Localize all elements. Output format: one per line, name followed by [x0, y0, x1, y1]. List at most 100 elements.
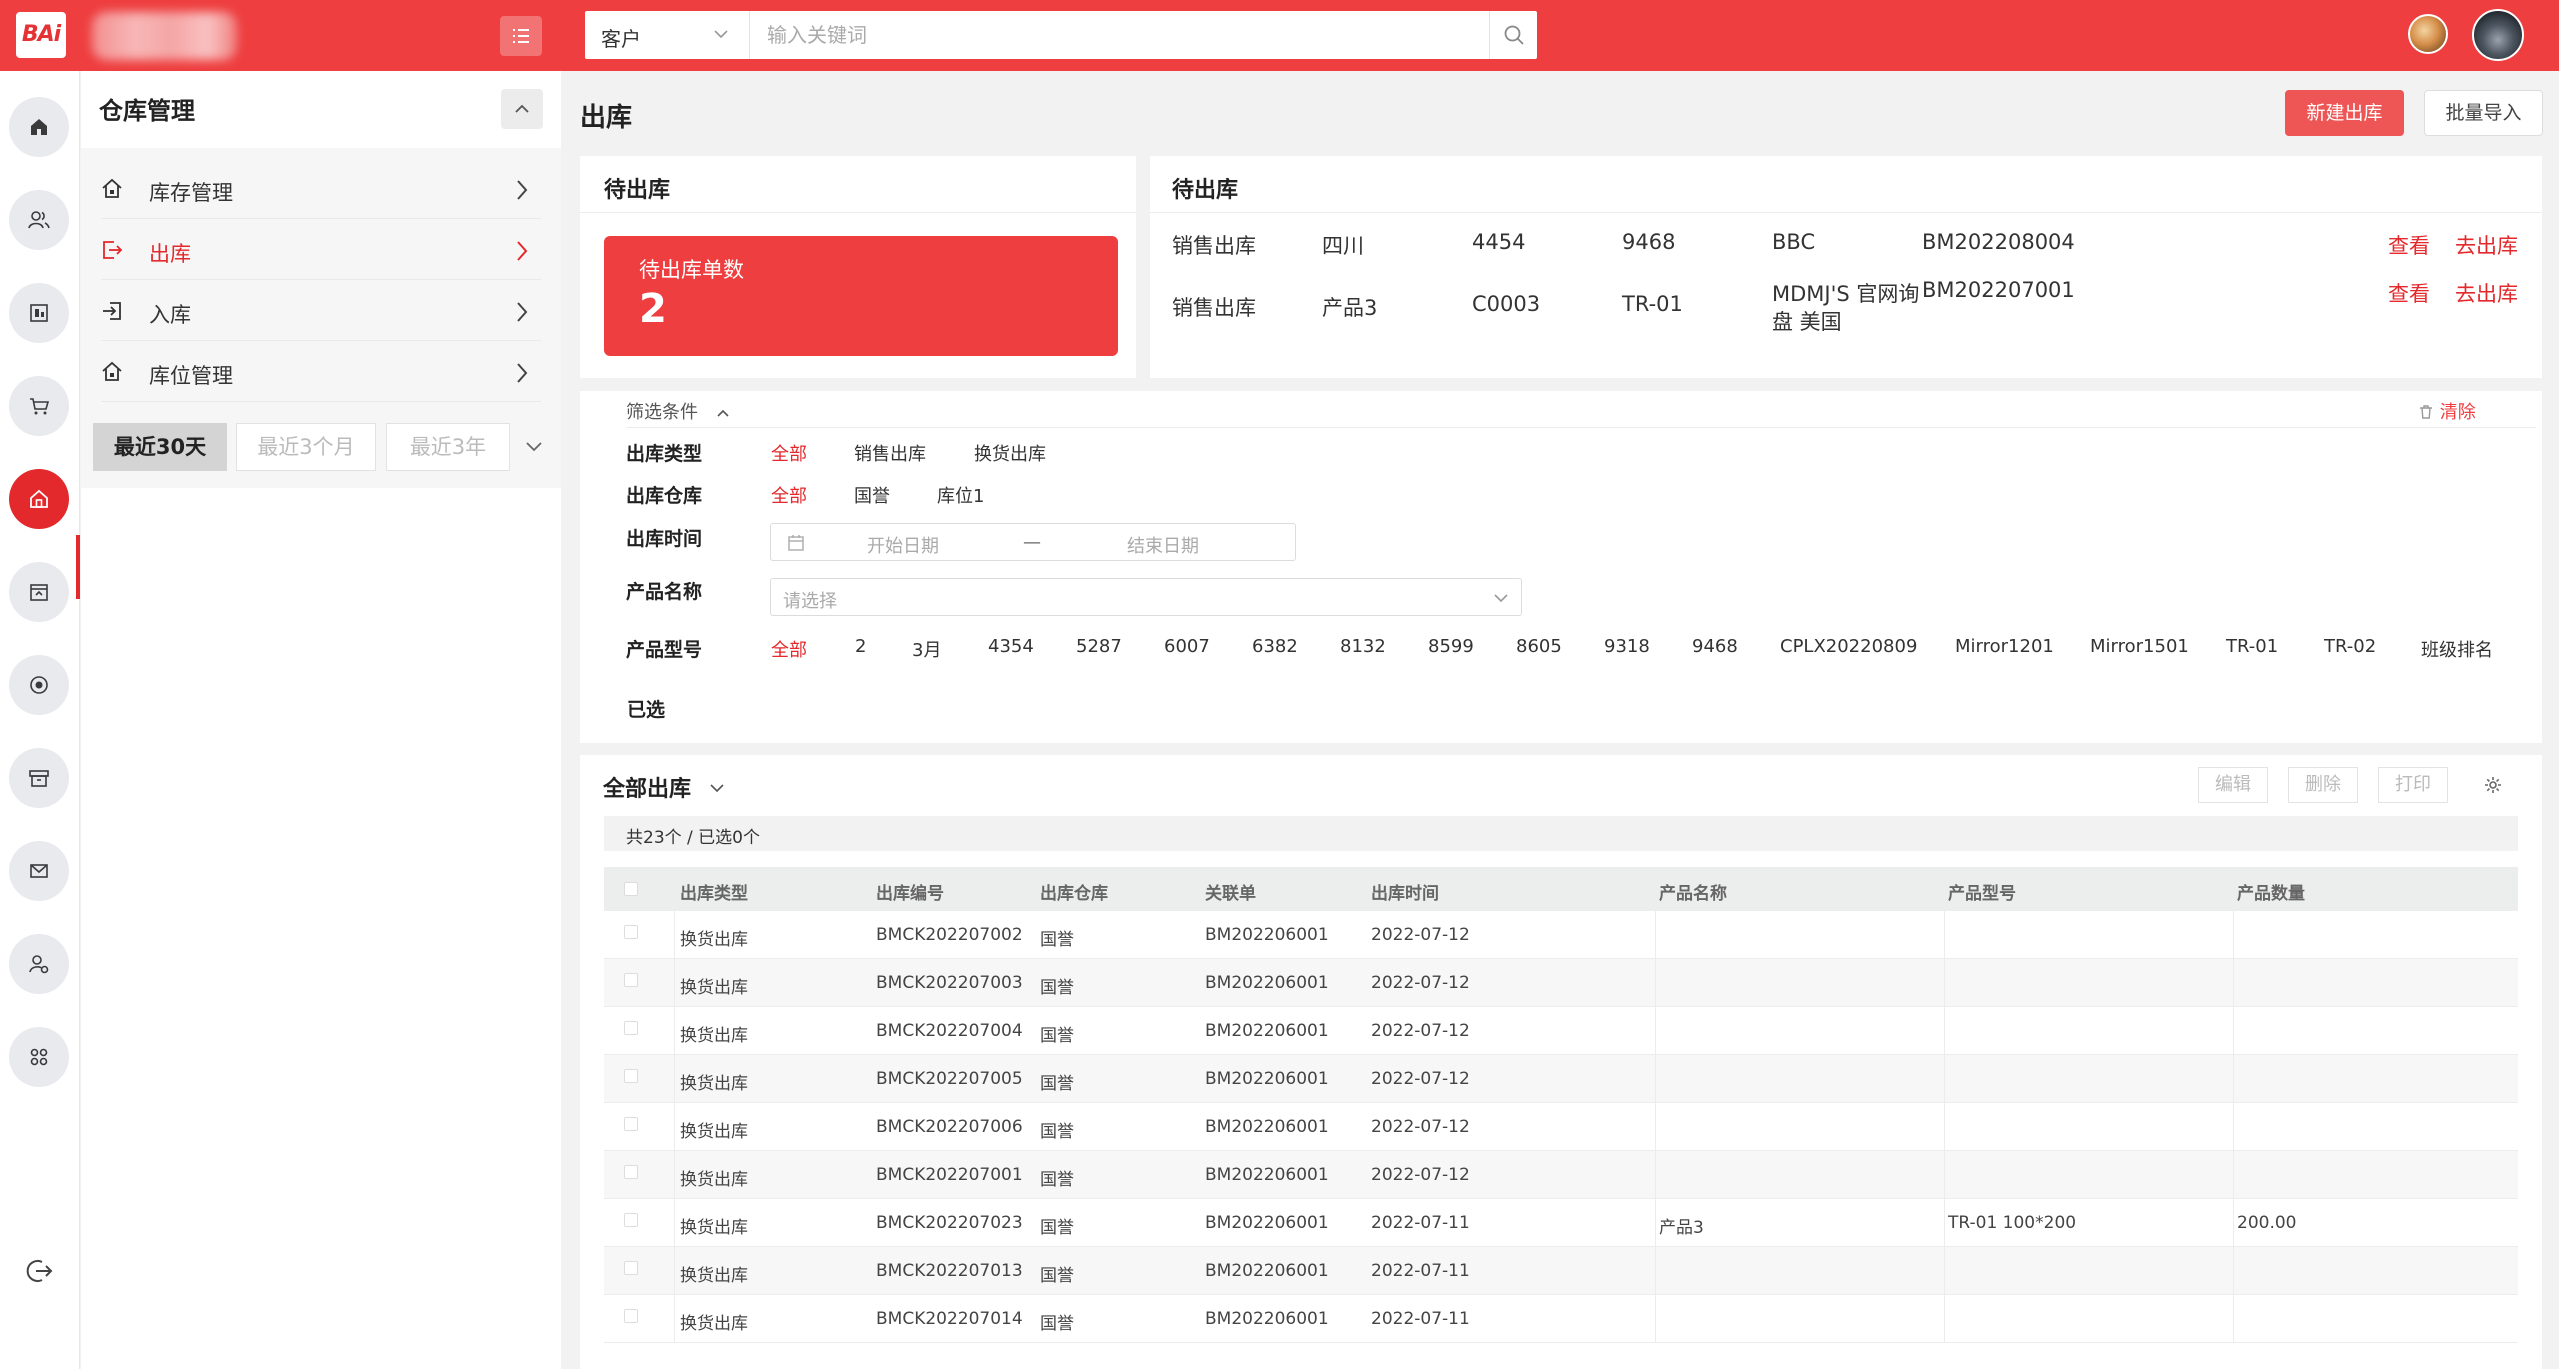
- filter-type-exchange[interactable]: 换货出库: [974, 440, 1046, 466]
- table-row[interactable]: 换货出库 BMCK202207006 国誉 BM202206001 2022-07-12: [604, 1103, 2518, 1151]
- row-checkbox[interactable]: [624, 1213, 638, 1227]
- row-checkbox[interactable]: [624, 925, 638, 939]
- table-row[interactable]: 换货出库 BMCK202207002 国誉 BM202206001 2022-07-12: [604, 911, 2518, 959]
- col-outbound-type-header[interactable]: 出库类型: [680, 879, 748, 904]
- model-option[interactable]: 2: [855, 636, 866, 657]
- user-avatar[interactable]: [2472, 9, 2524, 61]
- rail-warehouse[interactable]: [9, 469, 69, 529]
- row-checkbox[interactable]: [624, 1309, 638, 1323]
- view-link[interactable]: 查看: [2388, 230, 2430, 260]
- search-type-select[interactable]: 客户: [585, 11, 750, 59]
- col-product-name-header[interactable]: 产品名称: [1659, 879, 1727, 904]
- rail-archive-upload[interactable]: [9, 562, 69, 622]
- table-row[interactable]: 换货出库 BMCK202207003 国誉 BM202206001 2022-07-12: [604, 959, 2518, 1007]
- col-outbound-time-header[interactable]: 出库时间: [1371, 879, 1439, 904]
- model-option[interactable]: 3月: [912, 636, 941, 662]
- subnav-item-outbound[interactable]: 出库: [101, 219, 541, 280]
- subnav-item-inbound[interactable]: 入库: [101, 280, 541, 341]
- batch-import-button[interactable]: 批量导入: [2424, 90, 2543, 136]
- row-checkbox[interactable]: [624, 973, 638, 987]
- col-outbound-no-header[interactable]: 出库编号: [876, 879, 944, 904]
- search-button[interactable]: [1489, 11, 1537, 59]
- model-option[interactable]: 9468: [1692, 636, 1738, 657]
- table-row[interactable]: 换货出库 BMCK202207005 国誉 BM202206001 2022-07-12: [604, 1055, 2518, 1103]
- view-link[interactable]: 查看: [2388, 278, 2430, 308]
- table-row[interactable]: 换货出库 BMCK202207023 国誉 BM202206001 2022-07-11…: [604, 1199, 2518, 1247]
- filter-warehouse-all[interactable]: 全部: [771, 482, 807, 508]
- model-option[interactable]: TR-02: [2324, 636, 2376, 657]
- rail-reports[interactable]: [9, 283, 69, 343]
- subnav-collapse-button[interactable]: [501, 89, 543, 129]
- model-option[interactable]: 全部: [771, 636, 807, 662]
- table-row[interactable]: 换货出库 BMCK202207004 国誉 BM202206001 2022-07-12: [604, 1007, 2518, 1055]
- new-outbound-button[interactable]: 新建出库: [2285, 90, 2404, 136]
- model-option[interactable]: 8605: [1516, 636, 1562, 657]
- rail-home[interactable]: [9, 97, 69, 157]
- row-checkbox[interactable]: [624, 1117, 638, 1131]
- model-option[interactable]: 5287: [1076, 636, 1122, 657]
- col-warehouse-header[interactable]: 出库仓库: [1040, 879, 1108, 904]
- summary-text: 共23个 / 已选0个: [626, 828, 760, 848]
- date-range-picker[interactable]: 开始日期 — 结束日期: [770, 523, 1296, 561]
- rail-users[interactable]: [9, 190, 69, 250]
- rail-user-settings[interactable]: [9, 934, 69, 994]
- filter-header[interactable]: 筛选条件: [626, 398, 730, 424]
- menu-toggle-button[interactable]: [500, 16, 542, 56]
- model-option[interactable]: 8599: [1428, 636, 1474, 657]
- notification-avatar[interactable]: [2408, 14, 2448, 54]
- delete-button[interactable]: 删除: [2288, 767, 2358, 803]
- rail-mail[interactable]: [9, 841, 69, 901]
- rail-box[interactable]: [9, 748, 69, 808]
- pending-col1: 产品3: [1322, 296, 1378, 320]
- col-product-qty-header[interactable]: 产品数量: [2237, 879, 2305, 904]
- clear-filters-button[interactable]: 清除: [2418, 398, 2476, 424]
- model-option[interactable]: Mirror1201: [1955, 636, 2054, 657]
- model-option[interactable]: 班级排名: [2421, 636, 2493, 662]
- rail-cart[interactable]: [9, 376, 69, 436]
- logout-icon[interactable]: [24, 1256, 54, 1286]
- table-row[interactable]: 换货出库 BMCK202207001 国誉 BM202206001 2022-07-12: [604, 1151, 2518, 1199]
- range-3-years[interactable]: 最近3年: [386, 423, 510, 471]
- product-select[interactable]: 请选择: [770, 578, 1522, 616]
- model-option[interactable]: 6382: [1252, 636, 1298, 657]
- table-row[interactable]: 换货出库 BMCK202207013 国誉 BM202206001 2022-07-11: [604, 1247, 2518, 1295]
- table-row[interactable]: 换货出库 BMCK202207014 国誉 BM202206001 2022-07-11: [604, 1295, 2518, 1343]
- col-related-order-header[interactable]: 关联单: [1205, 879, 1256, 904]
- model-option[interactable]: 8132: [1340, 636, 1386, 657]
- model-option[interactable]: 4354: [988, 636, 1034, 657]
- row-checkbox[interactable]: [624, 1021, 638, 1035]
- model-option[interactable]: Mirror1501: [2090, 636, 2189, 657]
- select-all-checkbox[interactable]: [624, 882, 638, 896]
- edit-button[interactable]: 编辑: [2198, 767, 2268, 803]
- table-title-dropdown[interactable]: 全部出库: [603, 771, 725, 803]
- rail-finance[interactable]: [9, 655, 69, 715]
- filter-warehouse-loc1[interactable]: 库位1: [937, 482, 984, 508]
- go-outbound-link[interactable]: 去出库: [2455, 278, 2518, 308]
- rail-apps[interactable]: [9, 1027, 69, 1087]
- model-option[interactable]: TR-01: [2226, 636, 2278, 657]
- model-option[interactable]: CPLX20220809: [1780, 636, 1917, 657]
- col-related-order-cell: BM202206001: [1205, 1261, 1329, 1281]
- range-30-days[interactable]: 最近30天: [93, 423, 227, 471]
- subnav-item-locations[interactable]: 库位管理: [101, 341, 541, 402]
- range-3-months[interactable]: 最近3个月: [236, 423, 376, 471]
- go-outbound-link[interactable]: 去出库: [2455, 230, 2518, 260]
- print-button[interactable]: 打印: [2378, 767, 2448, 803]
- chevron-down-icon[interactable]: [525, 440, 543, 454]
- filter-warehouse-guoyu[interactable]: 国誉: [854, 482, 890, 508]
- col-product-model-header[interactable]: 产品型号: [1948, 879, 2016, 904]
- app-logo[interactable]: BAi: [16, 12, 66, 58]
- pending-count-tile[interactable]: 待出库单数 2: [604, 236, 1118, 356]
- filter-type-all[interactable]: 全部: [771, 440, 807, 466]
- gear-icon[interactable]: [2483, 775, 2503, 795]
- subnav-item-inventory[interactable]: 库存管理: [101, 158, 541, 219]
- model-option[interactable]: 6007: [1164, 636, 1210, 657]
- row-checkbox[interactable]: [624, 1069, 638, 1083]
- search-input[interactable]: [751, 11, 1471, 59]
- filter-type-sales[interactable]: 销售出库: [854, 440, 926, 466]
- col-outbound-time-cell: 2022-07-11: [1371, 1213, 1470, 1233]
- row-checkbox[interactable]: [624, 1261, 638, 1275]
- pending-order-no: BM202208004: [1922, 230, 2075, 254]
- row-checkbox[interactable]: [624, 1165, 638, 1179]
- model-option[interactable]: 9318: [1604, 636, 1650, 657]
